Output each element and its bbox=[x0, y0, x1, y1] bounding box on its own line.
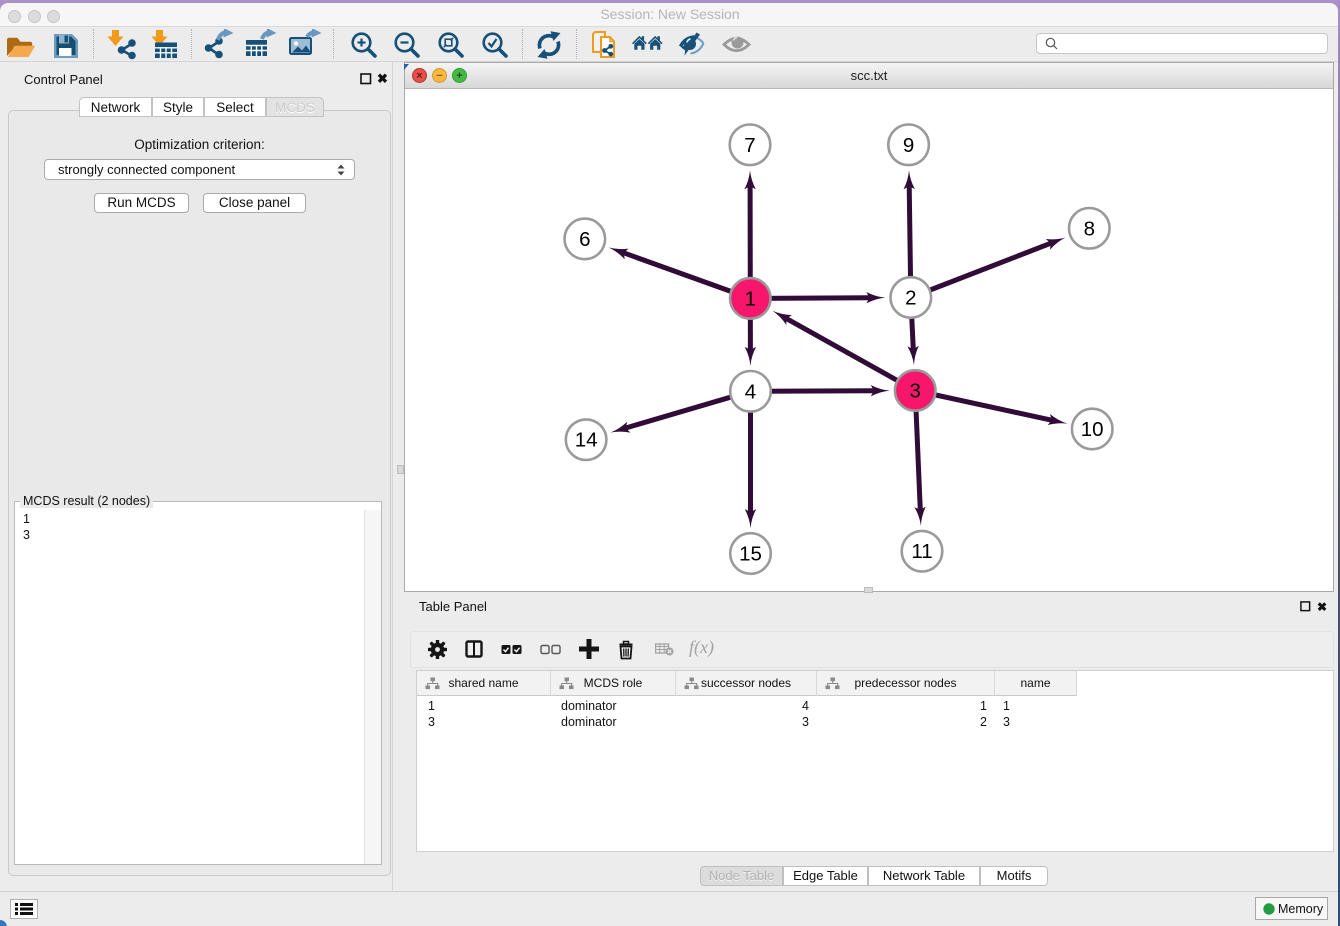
svg-text:9: 9 bbox=[903, 134, 914, 157]
svg-text:6: 6 bbox=[579, 228, 590, 251]
svg-text:15: 15 bbox=[739, 543, 762, 566]
svg-text:1: 1 bbox=[745, 287, 756, 310]
svg-text:10: 10 bbox=[1081, 418, 1104, 441]
svg-text:8: 8 bbox=[1084, 217, 1095, 240]
svg-text:14: 14 bbox=[575, 429, 598, 452]
svg-text:2: 2 bbox=[905, 287, 916, 310]
svg-text:4: 4 bbox=[745, 380, 756, 403]
svg-text:11: 11 bbox=[911, 540, 932, 563]
svg-text:7: 7 bbox=[744, 134, 755, 157]
svg-text:3: 3 bbox=[909, 380, 920, 403]
